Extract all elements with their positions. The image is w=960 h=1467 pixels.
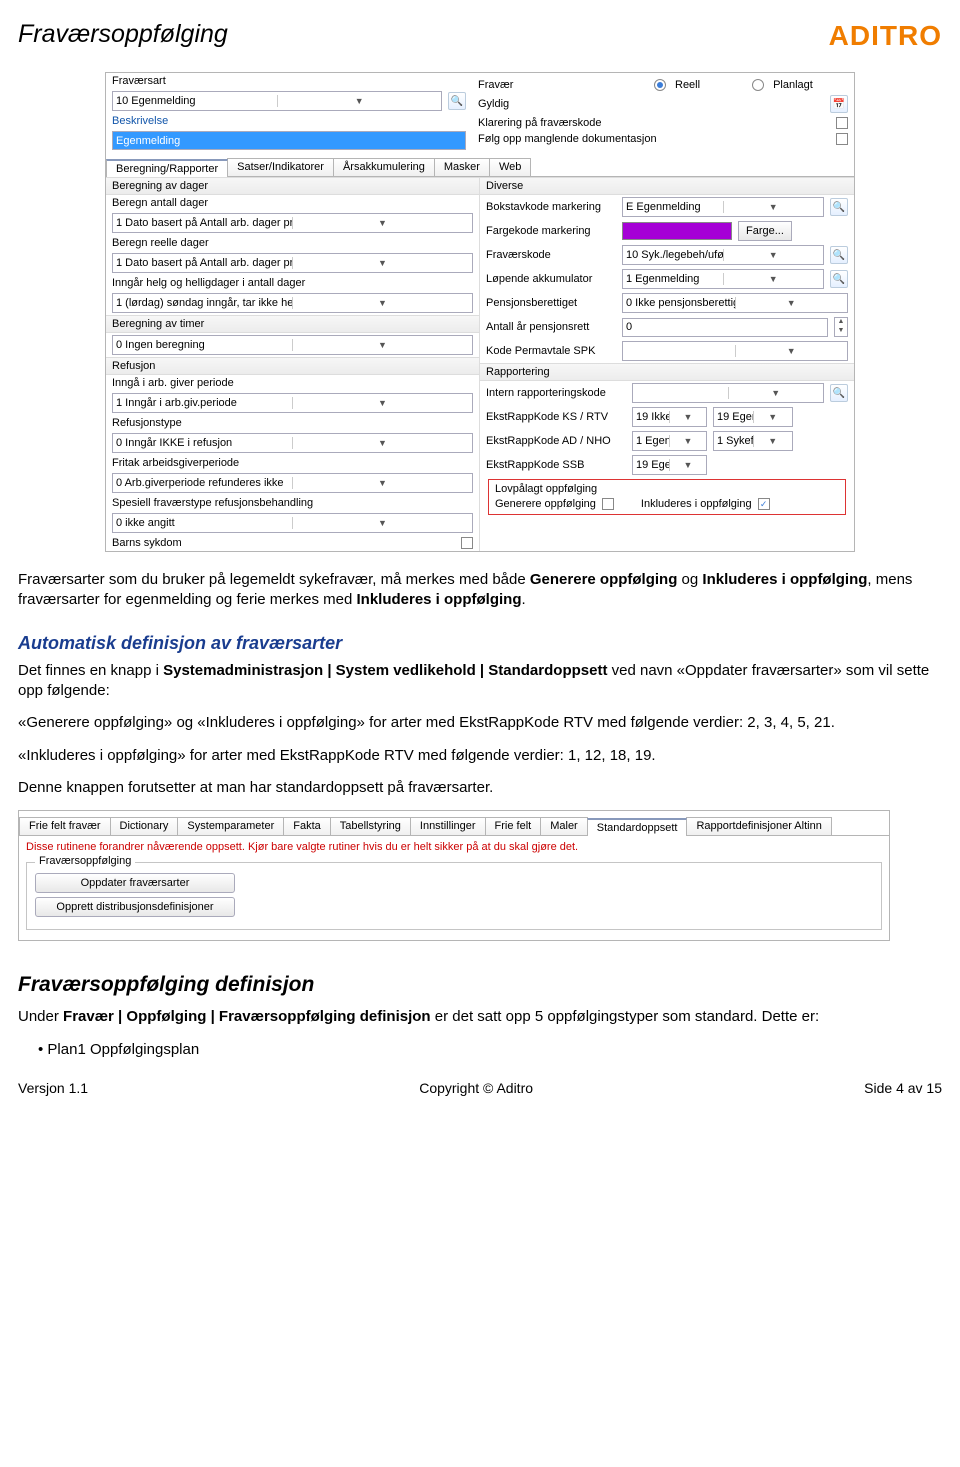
legend: Fraværsoppfølging — [35, 855, 135, 867]
search-icon[interactable]: 🔍 — [448, 92, 466, 110]
tab-arsakkum[interactable]: Årsakkumulering — [333, 158, 435, 176]
screenshot-standardoppsett: Frie felt fravær Dictionary Systemparame… — [18, 810, 890, 941]
combo-intern[interactable]: ▼ — [632, 383, 824, 403]
check-barns-sykdom[interactable] — [461, 537, 473, 549]
combo-arbgiver[interactable]: 1 Inngår i arb.giv.periode▼ — [112, 393, 473, 413]
paragraph: Under Fravær | Oppfølging | Fraværsoppfø… — [18, 1007, 942, 1027]
combo-fravaersart[interactable]: 10 Egenmelding▼ — [112, 91, 442, 111]
tab-maler[interactable]: Maler — [540, 817, 588, 835]
tab-systemparameter[interactable]: Systemparameter — [177, 817, 284, 835]
combo-bokstavkode[interactable]: E Egenmelding▼ — [622, 197, 824, 217]
combo-ad[interactable]: 1 Egenme▼ — [632, 431, 707, 451]
label-fravaersart: Fraværsart — [112, 75, 166, 87]
footer-version: Versjon 1.1 — [18, 1080, 88, 1096]
combo-lopende[interactable]: 1 Egenmelding▼ — [622, 269, 824, 289]
label-fravaer: Fravær — [478, 79, 648, 91]
tab-masker[interactable]: Masker — [434, 158, 490, 176]
tab-rapportdef[interactable]: Rapportdefinisjoner Altinn — [686, 817, 831, 835]
page-footer: Versjon 1.1 Copyright © Aditro Side 4 av… — [18, 1080, 942, 1096]
check-klarering[interactable] — [836, 117, 848, 129]
check-generere[interactable] — [602, 498, 614, 510]
paragraph: Denne knappen forutsetter at man har sta… — [18, 778, 942, 798]
combo-rtv[interactable]: 19 Egenme▼ — [713, 407, 793, 427]
color-swatch — [622, 222, 732, 240]
label-beskrivelse: Beskrivelse — [112, 115, 168, 127]
tab-beregning[interactable]: Beregning/Rapporter — [106, 159, 228, 177]
paragraph: Det finnes en knapp i Systemadministrasj… — [18, 661, 942, 702]
combo-beregn-reelle[interactable]: 1 Dato basert på Antall arb. dager pr. u… — [112, 253, 473, 273]
check-inkluderes[interactable]: ✓ — [758, 498, 770, 510]
label-gyldig: Gyldig — [478, 98, 648, 110]
oppdater-fravaersarter-button[interactable]: Oppdater fraværsarter — [35, 873, 235, 893]
tab-frie-felt[interactable]: Frie felt — [485, 817, 542, 835]
search-icon[interactable]: 🔍 — [830, 198, 848, 216]
section-diverse: Diverse — [480, 177, 854, 195]
combo-spesiell[interactable]: 0 ikke angitt▼ — [112, 513, 473, 533]
section-beregning-dager: Beregning av dager — [106, 177, 479, 195]
section-rapportering: Rapportering — [480, 363, 854, 381]
combo-nho[interactable]: 1 Sykefrav▼ — [713, 431, 793, 451]
paragraph: Fraværsarter som du bruker på legemeldt … — [18, 570, 942, 611]
radio-planlagt[interactable] — [752, 79, 764, 91]
search-icon[interactable]: 🔍 — [830, 246, 848, 264]
combo-beregn-antall[interactable]: 1 Dato basert på Antall arb. dager pr. u… — [112, 213, 473, 233]
combo-pensjon[interactable]: 0 Ikke pensjonsberettiget▼ — [622, 293, 848, 313]
fieldset-fravaersoppfolging: Fraværsoppfølging Oppdater fraværsarter … — [26, 862, 882, 930]
opprett-distribusjon-button[interactable]: Opprett distribusjonsdefinisjoner — [35, 897, 235, 917]
search-icon[interactable]: 🔍 — [830, 270, 848, 288]
paragraph: «Generere oppfølging» og «Inkluderes i o… — [18, 713, 942, 733]
combo-helg[interactable]: 1 (lørdag) søndag inngår, tar ikke hensy… — [112, 293, 473, 313]
search-icon[interactable]: 🔍 — [830, 384, 848, 402]
tab-tabellstyring[interactable]: Tabellstyring — [330, 817, 411, 835]
heading-definisjon: Fraværsoppfølging definisjon — [18, 971, 942, 999]
tab-innstillinger[interactable]: Innstillinger — [410, 817, 486, 835]
screenshot-fravaersart-form: Fraværsart 10 Egenmelding▼ 🔍 Beskrivelse… — [105, 72, 855, 552]
combo-spk[interactable]: ▼ — [622, 341, 848, 361]
tab-standardoppsett[interactable]: Standardoppsett — [587, 818, 688, 836]
paragraph: «Inkluderes i oppfølging» for arter med … — [18, 746, 942, 766]
input-beskrivelse[interactable] — [112, 131, 466, 150]
section-lovpalagt: Lovpålagt oppfølging — [493, 482, 841, 496]
tab-web[interactable]: Web — [489, 158, 531, 176]
input-antall-ar[interactable] — [622, 318, 828, 337]
radio-reell[interactable] — [654, 79, 666, 91]
label-folg-opp: Følg opp manglende dokumentasjon — [478, 133, 830, 145]
combo-ssb[interactable]: 19 Egenm▼ — [632, 455, 707, 475]
calendar-icon[interactable]: 📅 — [830, 95, 848, 113]
label-klarering: Klarering på fraværskode — [478, 117, 830, 129]
tabs-form: Beregning/Rapporter Satser/Indikatorer Å… — [106, 158, 854, 177]
footer-page: Side 4 av 15 — [864, 1080, 942, 1096]
tab-frie-felt-fravaer[interactable]: Frie felt fravær — [19, 817, 111, 835]
combo-fravaerskode[interactable]: 10 Syk./legebeh/ufør▼ — [622, 245, 824, 265]
list-item: Plan1 Oppfølgingsplan — [38, 1040, 942, 1060]
logo: ADITRO — [829, 20, 942, 52]
section-refusjon: Refusjon — [106, 357, 479, 375]
highlighted-section: Lovpålagt oppfølging Generere oppfølging… — [488, 479, 846, 515]
spinner[interactable]: ▲▼ — [834, 317, 848, 337]
tab-dictionary[interactable]: Dictionary — [110, 817, 179, 835]
footer-copyright: Copyright © Aditro — [419, 1080, 533, 1096]
tabs-sysadmin: Frie felt fravær Dictionary Systemparame… — [19, 817, 889, 836]
section-beregning-timer: Beregning av timer — [106, 315, 479, 333]
farge-button[interactable]: Farge... — [738, 221, 792, 241]
chevron-down-icon: ▼ — [277, 95, 442, 107]
combo-ks[interactable]: 19 Ikke i b▼ — [632, 407, 707, 427]
check-folg-opp[interactable] — [836, 133, 848, 145]
warning-text: Disse rutinene forandrer nåværende oppse… — [19, 836, 889, 858]
page-title: Fraværsoppfølging — [18, 20, 228, 49]
tab-satser[interactable]: Satser/Indikatorer — [227, 158, 334, 176]
combo-fritak[interactable]: 0 Arb.giverperiode refunderes ikke▼ — [112, 473, 473, 493]
combo-timer[interactable]: 0 Ingen beregning▼ — [112, 335, 473, 355]
tab-fakta[interactable]: Fakta — [283, 817, 331, 835]
heading-automatisk: Automatisk definisjon av fraværsarter — [18, 631, 942, 655]
combo-refusjonstype[interactable]: 0 Inngår IKKE i refusjon▼ — [112, 433, 473, 453]
